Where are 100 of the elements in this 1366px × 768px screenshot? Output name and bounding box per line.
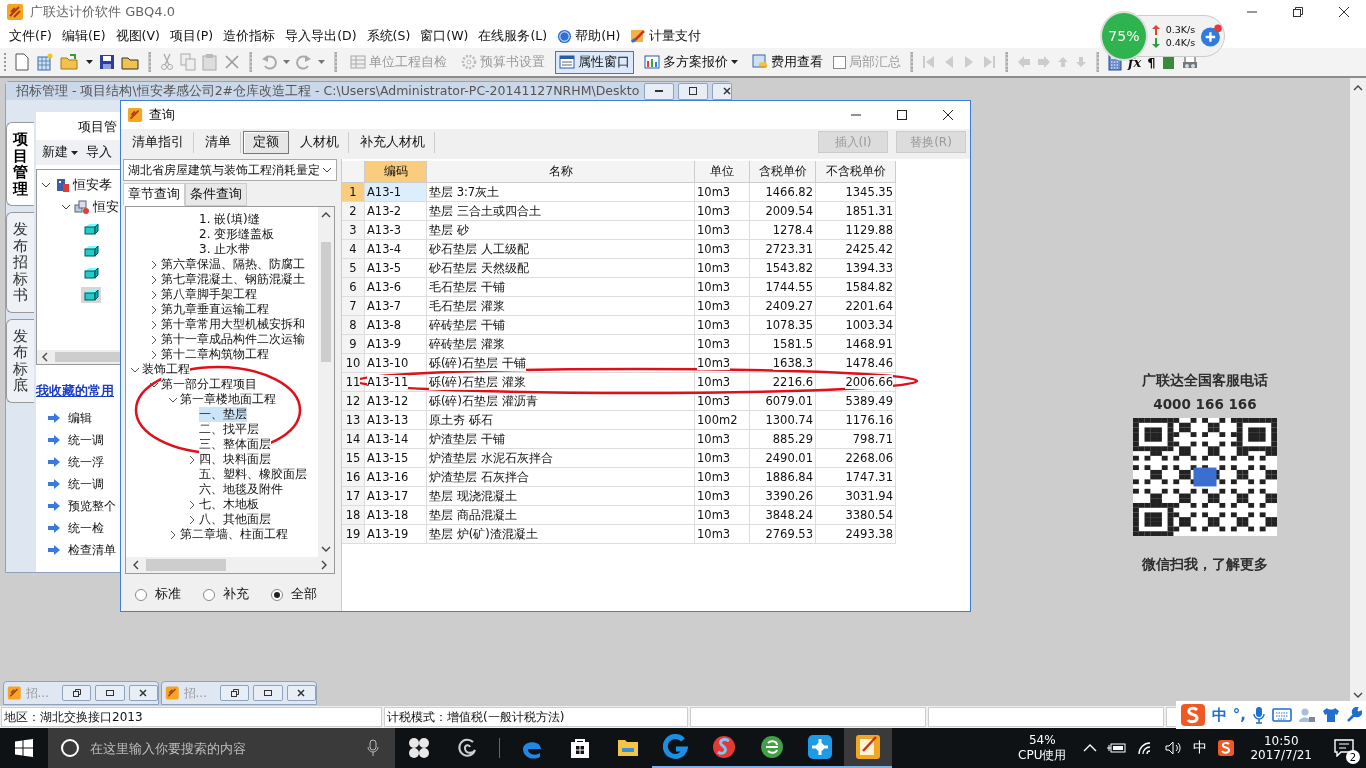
tree-item[interactable]: 二、找平层 [199,422,259,437]
tree-item[interactable]: 第十一章成品构件二次运输 [161,332,305,347]
column-header[interactable]: 不含税单价 [816,161,896,183]
chevron-icon[interactable] [187,514,197,525]
radio-option[interactable]: 标准 [135,586,181,603]
user-icon[interactable] [1298,707,1316,723]
unit-item[interactable] [81,287,101,303]
toolbar-button[interactable]: 多方案报价 [640,50,742,74]
side-tab[interactable]: 发布标底 [6,318,34,403]
tab[interactable]: 条件查询 [185,183,247,206]
add-icon[interactable] [1199,23,1224,49]
chevron-icon[interactable] [149,334,159,345]
unit-item[interactable] [81,221,101,237]
tree-item[interactable]: 八、其他面层 [199,512,271,527]
search-box[interactable]: 在这里输入你要搜索的内容 [48,728,395,768]
tree-item[interactable]: 恒安孝 [73,176,112,194]
tab[interactable]: 补充人材机 [351,131,435,153]
tab[interactable]: 人材机 [291,131,349,153]
tree-item[interactable]: 3. 止水带 [199,242,251,257]
save-icon[interactable] [99,54,115,70]
scroll-up-icon[interactable] [321,211,331,219]
unit-item[interactable] [81,243,101,259]
chevron-icon[interactable] [149,289,159,300]
restore-button[interactable] [220,685,250,701]
horizontal-scrollbar[interactable] [126,557,334,573]
favorite-item[interactable]: 统一调 [68,475,104,493]
radio-option[interactable]: 补充 [203,586,249,603]
import-button[interactable]: 导入 [86,144,112,161]
wrench-icon[interactable] [1346,707,1362,723]
tree-item[interactable]: 第二章墙、柱面工程 [180,527,288,542]
tree-item[interactable]: 第十章常用大型机械安拆和 [161,317,305,332]
scroll-right-icon[interactable] [320,560,328,570]
maximize-icon[interactable] [896,109,908,121]
chevron-icon[interactable] [149,274,159,285]
close-icon[interactable] [1338,6,1350,18]
folder-icon[interactable] [121,54,139,70]
column-header[interactable]: 名称 [427,161,695,183]
maximize-button[interactable] [678,82,709,100]
taskbar-app[interactable] [844,728,892,768]
open-folder-icon[interactable] [60,53,80,71]
menu-item[interactable]: 系统(S) [361,27,416,45]
chevron-icon[interactable] [187,499,197,510]
scroll-down-icon[interactable] [321,545,331,553]
maximize-button[interactable] [253,685,283,701]
radio-button[interactable] [271,588,283,601]
unit-item[interactable] [81,265,101,281]
minimize-button[interactable] [644,82,675,100]
scroll-left-icon[interactable] [41,352,49,362]
tree-item[interactable]: 第九章垂直运输工程 [161,302,269,317]
menu-item[interactable]: 导入导出(D) [280,27,362,45]
tree-item[interactable]: 四、块料面层 [199,452,271,467]
close-button[interactable] [286,685,316,701]
tab[interactable]: 清单 [196,131,241,153]
menu-item[interactable]: 计量支付 [625,27,707,45]
chevron-icon[interactable] [149,304,159,315]
scrollbar[interactable] [318,207,334,557]
column-header[interactable]: 单位 [695,161,750,183]
favorites-link[interactable]: 我收藏的常用 [36,383,122,400]
tree-item[interactable]: 第六章保温、隔热、防腐工 [161,257,305,272]
keyboard-icon[interactable] [1272,708,1292,722]
sogou-tray-icon[interactable] [1217,739,1236,757]
favorite-item[interactable]: 统一检 [68,519,104,537]
menu-item[interactable]: 造价指标 [218,27,281,45]
chevron-icon[interactable] [149,319,159,330]
tree-item[interactable]: 五、塑料、橡胶面层 [199,467,307,482]
sogou-logo-icon[interactable] [1179,703,1206,727]
tree-item[interactable]: 2. 变形缝盖板 [199,227,275,242]
tree-item[interactable]: 第八章脚手架工程 [161,287,257,302]
tree-item[interactable]: 第一部分工程项目 [161,377,257,392]
menu-item[interactable]: 编辑(E) [56,27,111,45]
chevron-icon[interactable] [41,180,51,190]
tree-item[interactable]: 一、垫层 [199,407,247,422]
scroll-up-icon[interactable] [1353,84,1363,92]
close-icon[interactable] [942,109,954,121]
toolbar-button[interactable]: 费用查看 [748,50,827,74]
favorite-item[interactable]: 统一浮 [68,453,104,471]
chevron-icon[interactable] [168,529,178,540]
tree-item[interactable]: 恒安 [93,198,119,216]
shirt-icon[interactable] [1322,707,1340,723]
maximize-button[interactable] [95,685,125,701]
scroll-thumb[interactable] [146,559,226,571]
menu-item[interactable]: 视图(V) [110,27,165,45]
chevron-icon[interactable] [187,454,197,465]
radio-button[interactable] [135,588,147,601]
menu-item[interactable]: 项目(P) [164,27,219,45]
toolbar-button[interactable]: 属性窗口 [555,50,634,74]
volume-icon[interactable] [1165,741,1184,755]
restore-button[interactable] [62,685,92,701]
tree-item[interactable]: 装饰工程 [142,362,190,377]
favorite-item[interactable]: 统一调 [68,431,104,449]
radio-button[interactable] [203,588,215,601]
caret-icon[interactable] [86,60,93,64]
chevron-icon[interactable] [149,349,159,360]
chevron-icon[interactable] [61,202,71,212]
clock[interactable]: 10:50 2017/7/21 [1250,734,1312,762]
menu-item[interactable]: 窗口(W) [415,27,474,45]
tree-item[interactable]: 七、木地板 [199,497,259,512]
tree-item[interactable]: 三、整体面层 [199,437,271,452]
restore-icon[interactable] [1292,6,1304,18]
delete-icon[interactable] [224,54,240,70]
